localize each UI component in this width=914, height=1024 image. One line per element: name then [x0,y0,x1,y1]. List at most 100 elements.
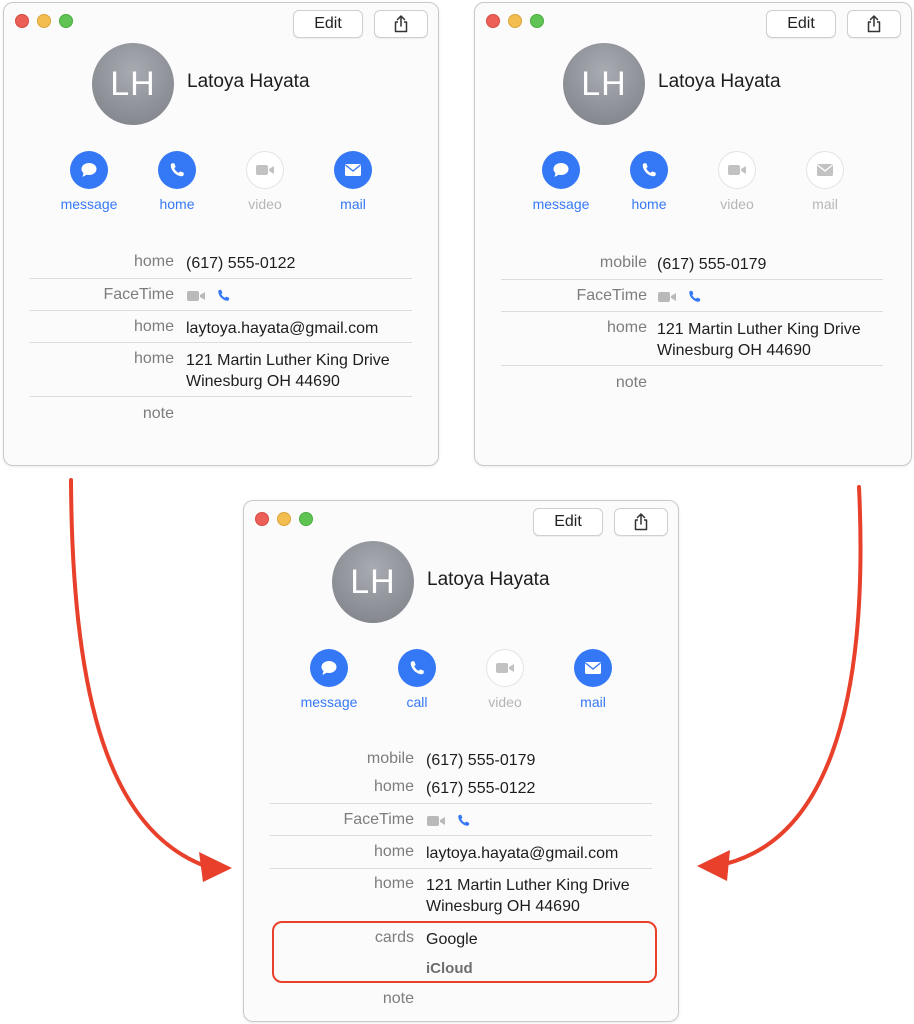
divider [501,279,883,280]
action-label: message [532,196,590,212]
zoom-window-button[interactable] [59,14,73,28]
email-value[interactable]: laytoya.hayata@gmail.com [186,318,378,339]
right-merge-arrow [697,485,863,881]
minimize-window-button[interactable] [37,14,51,28]
mail-icon [345,164,361,176]
message-action[interactable]: message [49,151,129,212]
divider [270,868,652,869]
close-window-button[interactable] [486,14,500,28]
left-merge-arrow [69,478,232,882]
card-source-google: Google [426,931,478,948]
video-icon [496,663,514,673]
contact-name: Latoya Hayata [658,71,781,92]
divider [501,311,883,312]
avatar: LH [563,43,645,125]
card-source-icloud: iCloud [426,960,473,977]
mail-action[interactable]: mail [553,649,633,710]
field-label: note [382,990,414,1007]
mail-action: mail [785,151,865,212]
call-action[interactable]: call [377,649,457,710]
field-label: home [606,319,647,336]
facetime-video-icon[interactable] [186,289,206,303]
address-line1[interactable]: 121 Martin Luther King Drive [186,350,390,371]
contact-card-window-left: Edit LH Latoya Hayata message home video… [3,2,439,466]
share-icon [394,15,408,33]
action-label: mail [340,196,366,212]
mail-action[interactable]: mail [313,151,393,212]
zoom-window-button[interactable] [530,14,544,28]
edit-button[interactable]: Edit [293,10,363,38]
address-line2[interactable]: Winesburg OH 44690 [426,896,580,917]
minimize-window-button[interactable] [508,14,522,28]
mail-icon [585,662,601,674]
action-buttons: message home video mail [4,151,438,221]
facetime-video-icon[interactable] [426,814,446,828]
phone-icon [642,163,656,177]
close-window-button[interactable] [255,512,269,526]
message-icon [321,661,337,675]
action-label: mail [580,694,606,710]
phone-value[interactable]: (617) 555-0122 [186,253,295,274]
message-icon [81,163,97,177]
address-line2[interactable]: Winesburg OH 44690 [657,340,811,361]
field-label: FaceTime [103,286,174,303]
avatar: LH [332,541,414,623]
address-line1[interactable]: 121 Martin Luther King Drive [426,875,630,896]
phone-value[interactable]: (617) 555-0179 [657,254,766,275]
action-label: video [248,196,282,212]
share-icon [867,15,881,33]
edit-button[interactable]: Edit [533,508,603,536]
video-action: video [465,649,545,710]
field-label: mobile [599,254,647,271]
address-line1[interactable]: 121 Martin Luther King Drive [657,319,861,340]
action-label: message [300,694,358,710]
field-label: FaceTime [343,811,414,828]
call-action[interactable]: home [609,151,689,212]
share-button[interactable] [614,508,668,536]
call-action[interactable]: home [137,151,217,212]
field-label: home [133,350,174,367]
field-label: note [615,374,647,391]
share-button[interactable] [374,10,428,38]
video-icon [728,165,746,175]
action-label: mail [812,196,838,212]
divider [30,342,412,343]
mail-icon [817,164,833,176]
facetime-video-icon[interactable] [657,290,677,304]
address-line2[interactable]: Winesburg OH 44690 [186,371,340,392]
action-buttons: message home video mail [475,151,911,221]
phone-icon [410,661,424,675]
email-value[interactable]: laytoya.hayata@gmail.com [426,843,618,864]
contact-card-window-merged: Edit LH Latoya Hayata message call video… [243,500,679,1022]
field-label: note [142,405,174,422]
action-label: home [631,196,667,212]
contact-name: Latoya Hayata [427,569,550,590]
message-icon [553,163,569,177]
action-label: video [720,196,754,212]
facetime-audio-icon[interactable] [456,813,471,828]
message-action[interactable]: message [289,649,369,710]
message-action[interactable]: message [521,151,601,212]
field-label: home [373,843,414,860]
contact-card-window-right: Edit LH Latoya Hayata message home video… [474,2,912,466]
divider [30,310,412,311]
share-button[interactable] [847,10,901,38]
action-label: video [488,694,522,710]
divider [270,803,652,804]
phone-icon [170,163,184,177]
facetime-audio-icon[interactable] [216,288,231,303]
edit-button[interactable]: Edit [766,10,836,38]
minimize-window-button[interactable] [277,512,291,526]
zoom-window-button[interactable] [299,512,313,526]
phone-value[interactable]: (617) 555-0179 [426,750,535,771]
divider [270,835,652,836]
action-label: home [159,196,195,212]
share-icon [634,513,648,531]
phone-value[interactable]: (617) 555-0122 [426,778,535,799]
action-label: message [60,196,118,212]
contact-name: Latoya Hayata [187,71,310,92]
close-window-button[interactable] [15,14,29,28]
facetime-audio-icon[interactable] [687,289,702,304]
video-action: video [697,151,777,212]
divider [30,278,412,279]
